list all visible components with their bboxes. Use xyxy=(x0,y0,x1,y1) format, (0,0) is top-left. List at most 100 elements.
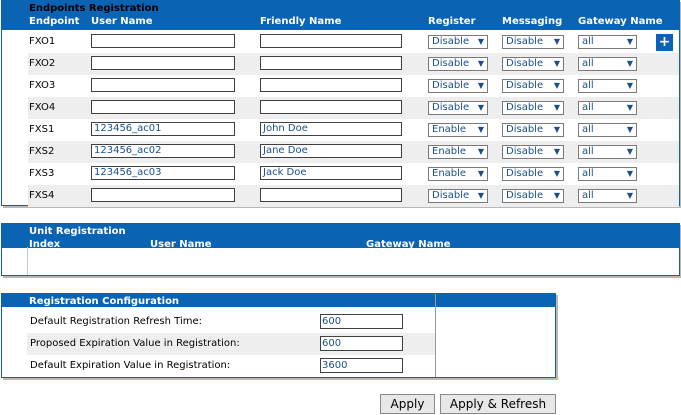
col-register: Register xyxy=(428,16,476,27)
messaging-select[interactable]: Disable ▼ xyxy=(502,189,564,203)
messaging-value: Disable xyxy=(506,146,544,157)
chevron-down-icon: ▼ xyxy=(626,125,633,134)
add-unit-button[interactable]: + xyxy=(656,34,673,51)
messaging-value: Disable xyxy=(506,36,544,47)
gateway-select[interactable]: all ▼ xyxy=(578,101,637,115)
registration-configuration-panel: Registration Configuration Default Regis… xyxy=(1,293,556,378)
user-name-input[interactable] xyxy=(91,100,235,114)
apply-refresh-button[interactable]: Apply & Refresh xyxy=(440,394,556,414)
friendly-name-input[interactable] xyxy=(260,100,402,114)
config-row-default-expiration: Default Expiration Value in Registration… xyxy=(27,355,435,377)
chevron-down-icon: ▼ xyxy=(553,125,560,134)
user-name-input[interactable] xyxy=(91,78,235,92)
register-select[interactable]: Enable ▼ xyxy=(428,123,488,137)
gateway-select[interactable]: all ▼ xyxy=(578,167,637,181)
chevron-down-icon: ▼ xyxy=(553,191,560,200)
gateway-select[interactable]: all ▼ xyxy=(578,145,637,159)
messaging-select[interactable]: Disable ▼ xyxy=(502,35,564,49)
messaging-value: Disable xyxy=(506,58,544,69)
user-name-input[interactable]: 123456_ac03 xyxy=(91,166,235,180)
user-name-input[interactable]: 123456_ac01 xyxy=(91,122,235,136)
gateway-select[interactable]: all ▼ xyxy=(578,189,637,203)
messaging-value: Disable xyxy=(506,190,544,201)
register-value: Disable xyxy=(432,58,470,69)
friendly-name-input[interactable]: John Doe xyxy=(260,122,402,136)
endpoint-row-fxs2: FXS2 123456_ac02 Jane Doe Enable ▼ Disabl… xyxy=(28,141,679,163)
register-value: Enable xyxy=(432,168,467,179)
register-select[interactable]: Disable ▼ xyxy=(428,57,488,71)
chevron-down-icon: ▼ xyxy=(553,81,560,90)
chevron-down-icon: ▼ xyxy=(553,103,560,112)
endpoint-row-fxo3: FXO3 Disable ▼ Disable ▼ all ▼ xyxy=(28,75,679,97)
gateway-select[interactable]: all ▼ xyxy=(578,123,637,137)
gateway-value: all xyxy=(582,124,594,135)
endpoint-row-fxs3: FXS3 123456_ac03 Jack Doe Enable ▼ Disabl… xyxy=(28,163,679,185)
endpoint-name: FXS1 xyxy=(29,124,55,135)
chevron-down-icon: ▼ xyxy=(477,169,484,178)
messaging-select[interactable]: Disable ▼ xyxy=(502,79,564,93)
register-select[interactable]: Disable ▼ xyxy=(428,79,488,93)
col-user-name: User Name xyxy=(91,16,153,27)
unit-registration-panel: Unit Registration Index User Name Gatewa… xyxy=(1,223,680,276)
register-select[interactable]: Enable ▼ xyxy=(428,167,488,181)
register-value: Disable xyxy=(432,190,470,201)
endpoint-row-fxs4: FXS4 Disable ▼ Disable ▼ all ▼ xyxy=(28,185,679,207)
register-value: Disable xyxy=(432,80,470,91)
endpoint-name: FXS3 xyxy=(29,168,55,179)
friendly-name-input[interactable] xyxy=(260,78,402,92)
apply-button[interactable]: Apply xyxy=(380,394,435,414)
register-value: Disable xyxy=(432,102,470,113)
chevron-down-icon: ▼ xyxy=(553,37,560,46)
endpoint-row-fxo1: FXO1 Disable ▼ Disable ▼ all ▼ xyxy=(28,31,679,53)
endpoint-row-fxo2: FXO2 Disable ▼ Disable ▼ all ▼ xyxy=(28,53,679,75)
messaging-select[interactable]: Disable ▼ xyxy=(502,123,564,137)
user-name-input[interactable] xyxy=(91,188,235,202)
chevron-down-icon: ▼ xyxy=(626,81,633,90)
chevron-down-icon: ▼ xyxy=(626,147,633,156)
config-row-refresh-time: Default Registration Refresh Time: 600 xyxy=(27,311,435,333)
endpoint-name: FXO3 xyxy=(29,80,56,91)
friendly-name-input[interactable]: Jack Doe xyxy=(260,166,402,180)
gateway-select[interactable]: all ▼ xyxy=(578,79,637,93)
messaging-value: Disable xyxy=(506,124,544,135)
refresh-time-input[interactable]: 600 xyxy=(320,314,403,329)
register-select[interactable]: Enable ▼ xyxy=(428,145,488,159)
gateway-select[interactable]: all ▼ xyxy=(578,57,637,71)
register-value: Enable xyxy=(432,146,467,157)
config-label: Proposed Expiration Value in Registratio… xyxy=(30,338,240,349)
col-messaging: Messaging xyxy=(502,16,563,27)
friendly-name-input[interactable]: Jane Doe xyxy=(260,144,402,158)
endpoint-name: FXO1 xyxy=(29,36,56,47)
register-select[interactable]: Disable ▼ xyxy=(428,189,488,203)
messaging-select[interactable]: Disable ▼ xyxy=(502,57,564,71)
chevron-down-icon: ▼ xyxy=(477,81,484,90)
messaging-select[interactable]: Disable ▼ xyxy=(502,145,564,159)
gateway-value: all xyxy=(582,146,594,157)
config-title: Registration Configuration xyxy=(29,296,180,307)
friendly-name-input[interactable] xyxy=(260,34,402,48)
chevron-down-icon: ▼ xyxy=(626,59,633,68)
chevron-down-icon: ▼ xyxy=(477,147,484,156)
gateway-select[interactable]: all ▼ xyxy=(578,35,637,49)
proposed-expiration-input[interactable]: 600 xyxy=(320,336,403,351)
endpoint-name: FXO4 xyxy=(29,102,56,113)
register-select[interactable]: Disable ▼ xyxy=(428,101,488,115)
default-expiration-input[interactable]: 3600 xyxy=(320,358,403,373)
endpoints-registration-panel: Endpoints Registration Endpoint User Nam… xyxy=(1,0,680,207)
messaging-value: Disable xyxy=(506,102,544,113)
gateway-value: all xyxy=(582,58,594,69)
chevron-down-icon: ▼ xyxy=(553,169,560,178)
messaging-select[interactable]: Disable ▼ xyxy=(502,101,564,115)
chevron-down-icon: ▼ xyxy=(626,169,633,178)
friendly-name-input[interactable] xyxy=(260,188,402,202)
messaging-select[interactable]: Disable ▼ xyxy=(502,167,564,181)
friendly-name-input[interactable] xyxy=(260,56,402,70)
messaging-value: Disable xyxy=(506,168,544,179)
user-name-input[interactable] xyxy=(91,34,235,48)
user-name-input[interactable] xyxy=(91,56,235,70)
chevron-down-icon: ▼ xyxy=(477,125,484,134)
endpoint-row-fxs1: FXS1 123456_ac01 John Doe Enable ▼ Disabl… xyxy=(28,119,679,141)
user-name-input[interactable]: 123456_ac02 xyxy=(91,144,235,158)
register-select[interactable]: Disable ▼ xyxy=(428,35,488,49)
chevron-down-icon: ▼ xyxy=(553,59,560,68)
